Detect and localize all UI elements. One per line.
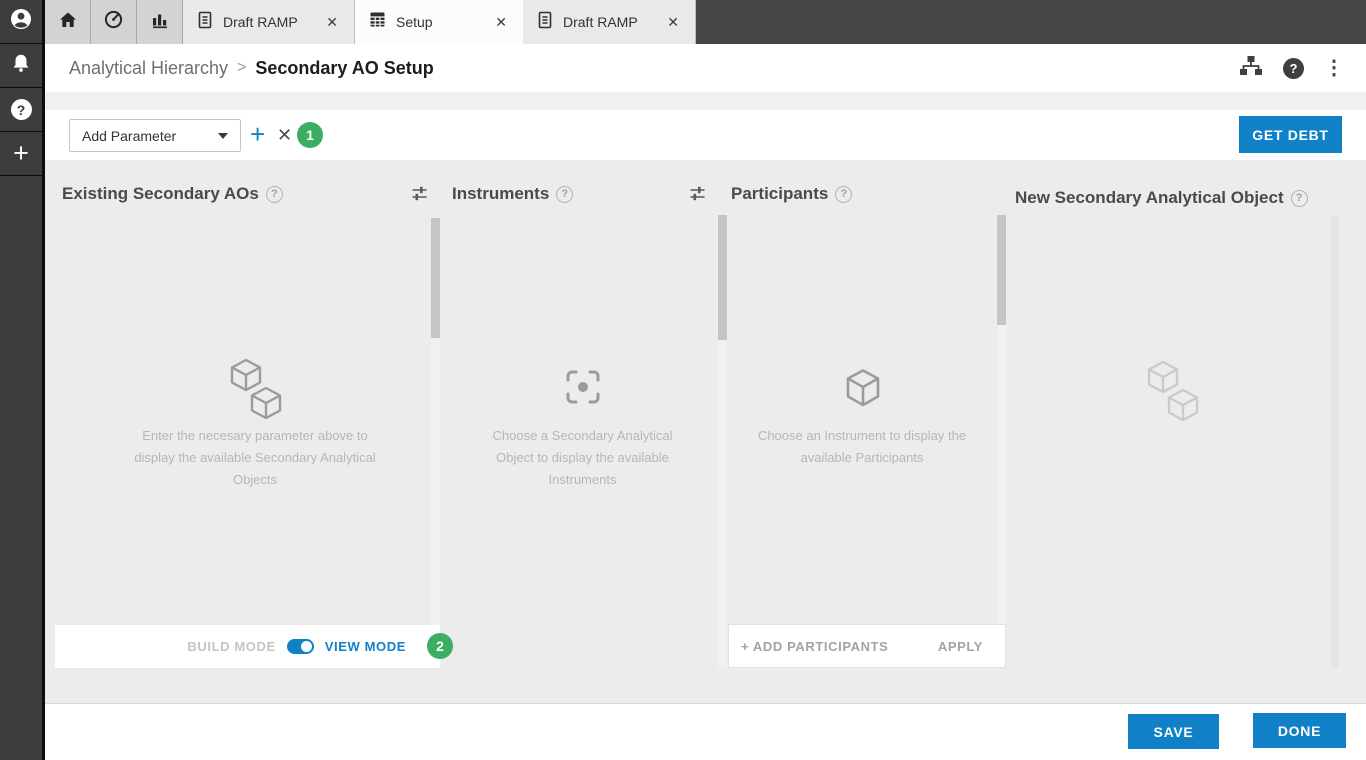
column-title-instruments: Instruments ? — [452, 184, 574, 204]
page-title: Secondary AO Setup — [255, 57, 434, 78]
top-tab-bar: Draft RAMP ✕ Setup ✕ Draft RAMP ✕ — [45, 0, 1366, 44]
step-badge-1: 1 — [297, 122, 323, 148]
help-outline-icon[interactable]: ? — [835, 185, 853, 203]
empty-state-text: Enter the necesary parameter above to di… — [134, 428, 376, 487]
home-button[interactable] — [45, 0, 91, 44]
cube-icon — [845, 368, 881, 413]
save-button[interactable]: SAVE — [1128, 714, 1219, 749]
scrollbar-thumb[interactable] — [718, 215, 727, 340]
empty-state-text: Choose a Secondary Analytical Object to … — [492, 428, 673, 487]
caret-down-icon — [218, 132, 228, 139]
column-title-text: New Secondary Analytical Object — [1015, 188, 1284, 207]
notifications-button[interactable] — [0, 44, 42, 88]
tab-close-icon[interactable]: ✕ — [324, 12, 340, 33]
tab-label: Draft RAMP — [563, 14, 638, 30]
breadcrumb: Analytical Hierarchy > Secondary AO Setu… — [69, 44, 434, 92]
breadcrumb-separator-icon: > — [237, 59, 247, 76]
filter-tune-icon[interactable] — [411, 185, 428, 207]
column-title-text: Existing Secondary AOs — [62, 184, 259, 203]
help-outline-icon[interactable]: ? — [556, 185, 574, 203]
hierarchy-sitemap-icon[interactable] — [1239, 55, 1263, 82]
column-title-participants: Participants ? — [731, 184, 853, 204]
help-outline-icon[interactable]: ? — [265, 185, 283, 203]
bar-chart-icon — [151, 11, 169, 34]
tab-label: Setup — [396, 14, 433, 30]
empty-state-text: Choose an Instrument to display the avai… — [757, 428, 967, 465]
column-title-existing-aos: Existing Secondary AOs ? — [62, 184, 283, 204]
help-icon: ? — [10, 99, 32, 120]
header-divider-band — [45, 92, 1366, 110]
filter-tune-icon[interactable] — [689, 185, 706, 207]
tab-setup[interactable]: Setup ✕ — [355, 0, 523, 44]
done-button[interactable]: DONE — [1253, 713, 1346, 748]
column-title-text: Instruments — [452, 184, 550, 203]
plus-icon: + — [13, 138, 29, 168]
column-title-text: Participants — [731, 184, 829, 203]
tab-label: Draft RAMP — [223, 14, 298, 30]
view-mode-toggle[interactable] — [286, 639, 314, 654]
tab-draft-ramp-2[interactable]: Draft RAMP ✕ — [523, 0, 696, 44]
account-button[interactable] — [0, 0, 42, 44]
focus-target-icon — [564, 368, 602, 411]
help-circle-icon[interactable]: ? — [1283, 57, 1304, 79]
add-new-button[interactable]: + — [0, 132, 42, 176]
bell-icon — [10, 52, 32, 79]
reports-button[interactable] — [137, 0, 183, 44]
toolbar-row — [45, 110, 1366, 160]
breadcrumb-row: Analytical Hierarchy > Secondary AO Setu… — [45, 44, 1366, 92]
scrollbar-thumb[interactable] — [431, 218, 440, 338]
clear-parameter-button[interactable]: ✕ — [277, 123, 292, 147]
step-badge-2: 2 — [427, 633, 453, 659]
add-parameter-plus-button[interactable]: + — [250, 119, 265, 149]
account-icon — [9, 7, 33, 36]
scrollbar-track — [1331, 215, 1338, 668]
document-icon — [537, 11, 553, 34]
help-sidebar-button[interactable]: ? — [0, 88, 42, 132]
dashboard-button[interactable] — [91, 0, 137, 44]
participants-action-bar: + ADD PARTICIPANTS APPLY — [728, 624, 1006, 668]
tab-close-icon[interactable]: ✕ — [665, 12, 681, 33]
cubes-icon — [1144, 360, 1202, 429]
build-mode-label: BUILD MODE — [187, 639, 276, 654]
left-sidebar: ? + — [0, 0, 45, 760]
add-parameter-value: Add Parameter — [82, 127, 177, 144]
cubes-icon — [227, 358, 285, 427]
column-title-new-ao: New Secondary Analytical Object ? — [1015, 188, 1308, 208]
mode-toggle-bar: BUILD MODE VIEW MODE — [55, 625, 440, 668]
table-icon — [369, 11, 386, 33]
get-debt-button[interactable]: GET DEBT — [1239, 116, 1342, 153]
breadcrumb-parent[interactable]: Analytical Hierarchy — [69, 58, 228, 79]
add-parameter-select[interactable]: Add Parameter — [69, 119, 241, 152]
tab-close-icon[interactable]: ✕ — [493, 12, 509, 33]
home-icon — [59, 11, 77, 34]
gauge-icon — [104, 10, 123, 34]
tab-draft-ramp-1[interactable]: Draft RAMP ✕ — [183, 0, 355, 44]
apply-button[interactable]: APPLY — [938, 639, 983, 654]
kebab-menu-icon[interactable]: ⋮ — [1324, 58, 1344, 78]
view-mode-label: VIEW MODE — [324, 639, 406, 654]
toggle-knob — [300, 641, 312, 652]
add-participants-button[interactable]: + ADD PARTICIPANTS — [741, 639, 888, 654]
document-icon — [197, 11, 213, 34]
scrollbar-thumb[interactable] — [997, 215, 1006, 325]
help-outline-icon[interactable]: ? — [1290, 189, 1308, 207]
